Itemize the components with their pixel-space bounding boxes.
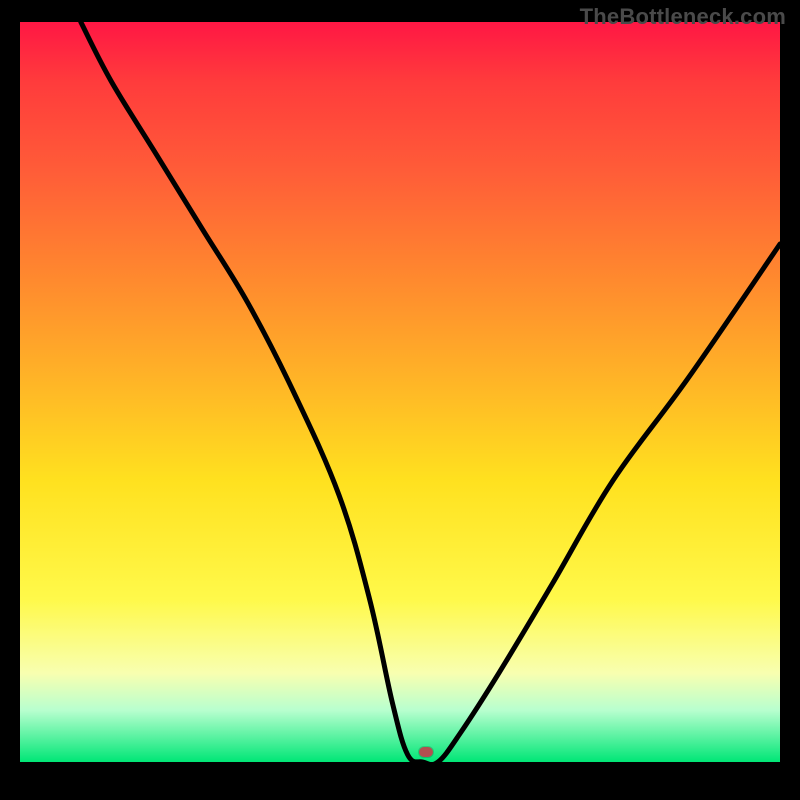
- optimal-point-marker: [419, 747, 433, 757]
- app-frame: TheBottleneck.com: [0, 0, 800, 800]
- bottleneck-chart: [20, 22, 780, 762]
- bottleneck-curve-path: [81, 22, 780, 765]
- bottom-black-strip: [0, 762, 800, 800]
- curve-layer: [20, 22, 780, 762]
- watermark-text: TheBottleneck.com: [580, 4, 786, 30]
